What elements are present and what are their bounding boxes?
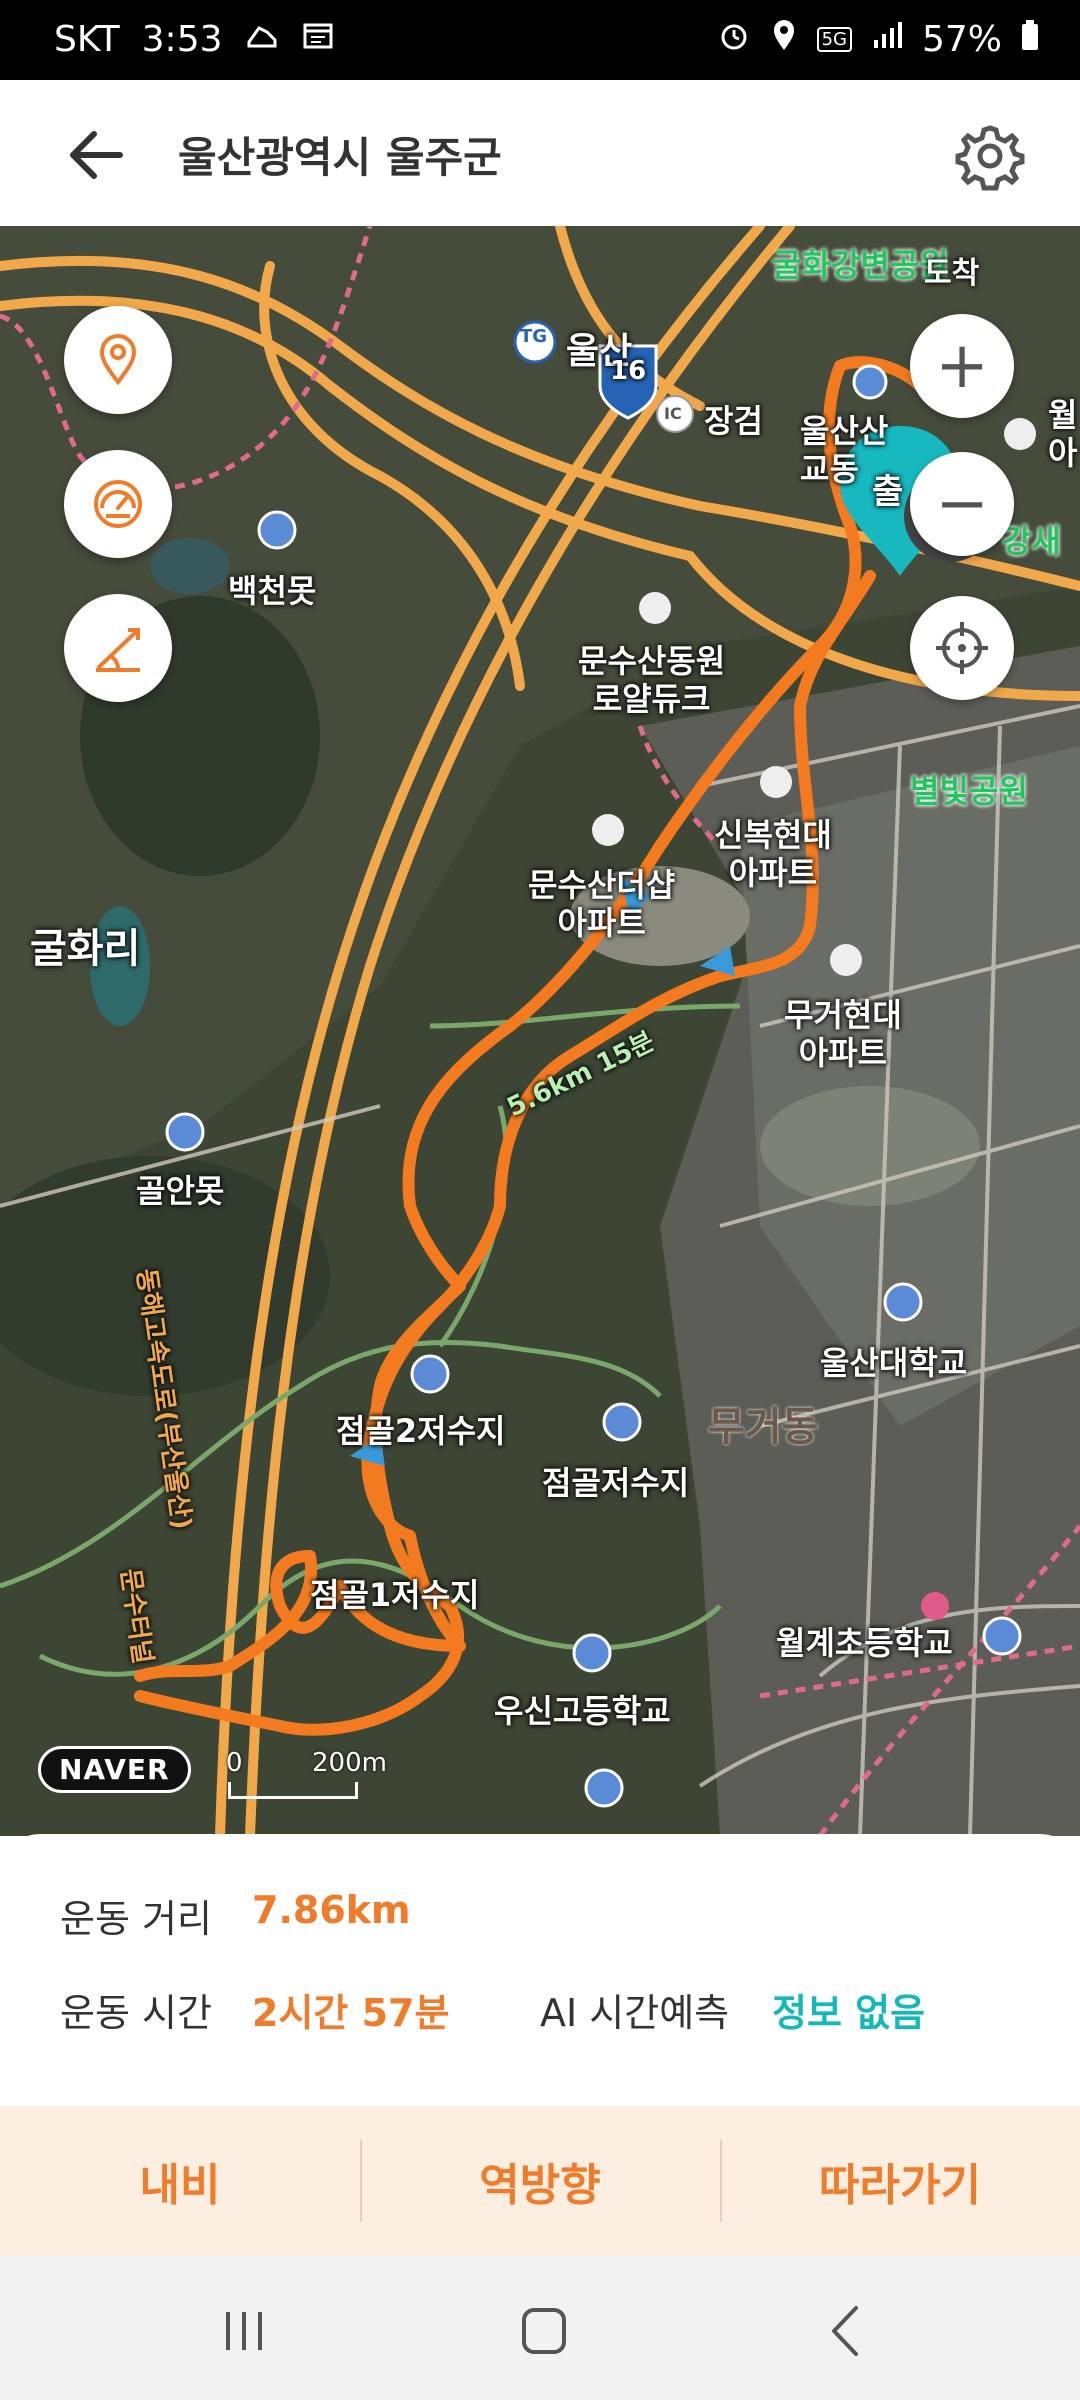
app-header: 울산광역시 울주군 [0, 80, 1080, 227]
map-label-janggeom: 장검 [704, 402, 763, 440]
signal-icon [870, 18, 904, 61]
settings-button[interactable] [950, 116, 1030, 196]
map-label-usin-high: 우신고등학교 [494, 1692, 671, 1730]
scale-zero: 0 [226, 1748, 243, 1778]
status-bar: SKT 3:53 5G 57% [0, 0, 1080, 80]
map-label-baekcheonmot: 백천못 [228, 572, 317, 610]
slope-icon [96, 628, 140, 672]
map-label-golanmot: 골안못 [136, 1172, 225, 1210]
time-value: 2시간 57분 [252, 1991, 450, 2035]
naver-logo: NAVER [38, 1746, 191, 1793]
map-label-gulhwari: 굴화리 [30, 926, 141, 972]
map-label-wolgye-apt: 월 아 [1048, 396, 1078, 472]
scale-distance: 200m [312, 1748, 387, 1778]
calendar-icon [301, 18, 335, 61]
ic-badge: IC [664, 404, 682, 423]
stats-panel: 운동 거리 7.86km 운동 시간 2시간 57분 AI 시간예측 정보 없음 [0, 1834, 1080, 2106]
home-icon [522, 2308, 566, 2354]
follow-button[interactable]: 따라가기 [720, 2106, 1080, 2256]
map-label-ulsan-univ: 울산대학교 [820, 1344, 968, 1382]
clock: 3:53 [141, 19, 223, 60]
shoe-icon [245, 18, 279, 61]
back-arrow-icon [70, 131, 123, 179]
back-button[interactable] [60, 120, 140, 190]
map-label-munsusan-apt: 문수산더샵 아파트 [528, 866, 676, 942]
page-title: 울산광역시 울주군 [178, 133, 502, 182]
location-icon [769, 18, 799, 61]
map-label-sinbok-apt: 신복현대 아파트 [714, 816, 832, 892]
home-button[interactable] [504, 2296, 584, 2366]
time-label: 운동 시간 [60, 1991, 212, 2035]
system-back-button[interactable] [808, 2296, 888, 2366]
map-label-byeolbit-park: 별빛공원 [910, 772, 1028, 810]
map-view[interactable]: 굴화강변공원 TG 울산 16 IC 장검 백천못 문수산동원 로얄듀크 신복현… [0, 226, 1080, 1836]
map-label-jeomgol-res: 점골저수지 [542, 1464, 690, 1502]
speed-button[interactable] [64, 450, 172, 558]
crosshair-icon [936, 622, 988, 674]
elevation-button[interactable] [64, 594, 172, 702]
map-label-gulhwa-park: 굴화강변공원 [772, 246, 949, 284]
carrier-label: SKT [54, 19, 120, 60]
map-label-mugeo-apt: 무거현대 아파트 [784, 996, 902, 1072]
location-pin-button[interactable] [64, 306, 172, 414]
map-label-jeomgol1: 점골1저수지 [310, 1576, 480, 1614]
map-label-mugeodong: 무거동 [708, 1404, 819, 1450]
map-label-jeomgol2: 점골2저수지 [336, 1412, 506, 1450]
arrival-pin-label: 도착 [924, 256, 980, 291]
gear-icon [955, 125, 1025, 191]
map-label-yangsae: 강새 [1002, 522, 1061, 560]
reverse-button[interactable]: 역방향 [360, 2106, 720, 2256]
start-pin-label: 출 [872, 472, 904, 512]
recent-apps-button[interactable] [204, 2296, 284, 2366]
zoom-out-button[interactable]: − [910, 452, 1014, 556]
zoom-in-button[interactable]: + [910, 314, 1014, 418]
recent-apps-icon [226, 2312, 262, 2350]
route-16-shield: 16 [610, 356, 647, 386]
network-badge: 5G [816, 27, 852, 52]
action-bar: 내비 역방향 따라가기 [0, 2106, 1080, 2256]
map-base [0, 226, 1080, 1836]
map-label-wolgye-school: 월계초등학교 [776, 1624, 953, 1662]
location-pin-icon [99, 334, 137, 386]
system-nav-bar [0, 2256, 1080, 2400]
chevron-left-icon [832, 2306, 858, 2356]
distance-value: 7.86km [252, 1888, 411, 1932]
tg-badge: TG [520, 326, 548, 347]
ai-estimate-label: AI 시간예측 [540, 1991, 730, 2035]
navigate-button[interactable]: 내비 [0, 2106, 360, 2256]
speedometer-icon [94, 480, 142, 528]
map-label-munsusan-royal: 문수산동원 로얄듀크 [578, 642, 726, 718]
alarm-icon [717, 18, 751, 61]
battery-percent: 57% [921, 19, 1002, 60]
distance-label: 운동 거리 [60, 1897, 212, 1941]
battery-icon [1020, 18, 1040, 61]
recenter-button[interactable] [910, 596, 1014, 700]
scale-bar [228, 1782, 358, 1799]
ai-estimate-value: 정보 없음 [772, 1991, 926, 2035]
